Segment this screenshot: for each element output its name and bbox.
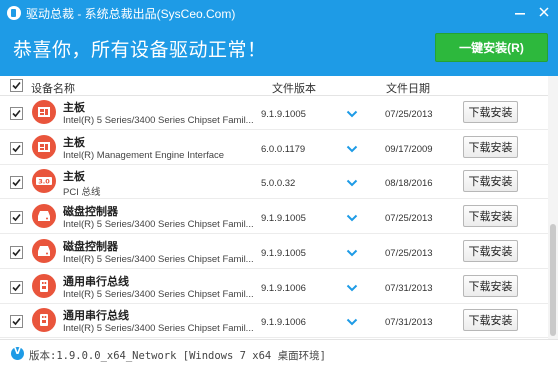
file-date: 07/25/2013 (385, 213, 433, 224)
checkmark-icon (12, 248, 21, 257)
table-row[interactable]: 磁盘控制器 Intel(R) 5 Series/3400 Series Chips… (0, 235, 548, 269)
table-row[interactable]: 主板 Intel(R) Management Engine Interface 6.… (0, 131, 548, 165)
column-header-date[interactable]: 文件日期 (386, 80, 430, 96)
device-description: Intel(R) Management Engine Interface (63, 150, 225, 161)
checkmark-icon (12, 213, 21, 222)
svg-text:3.0: 3.0 (38, 178, 50, 186)
scrollbar[interactable] (548, 76, 558, 339)
disk-controller-icon (32, 204, 56, 228)
footer: 版本:1.9.0.0_x64_Network [Windows 7 x64 桌面… (0, 339, 558, 367)
app-logo-icon (7, 6, 21, 20)
minimize-icon (515, 13, 525, 15)
checkmark-icon (12, 109, 21, 118)
close-button[interactable] (534, 3, 554, 21)
row-checkbox[interactable] (10, 281, 23, 294)
download-install-button[interactable]: 下载安装 (463, 136, 518, 158)
checkmark-icon (12, 178, 21, 187)
status-message: 恭喜你，所有设备驱动正常！ (13, 40, 267, 61)
close-icon (539, 7, 549, 17)
download-install-button[interactable]: 下载安装 (463, 309, 518, 331)
version-text: 版本:1.9.0.0_x64_Network [Windows 7 x64 桌面… (29, 350, 326, 362)
device-description: PCI 总线 (63, 187, 101, 198)
column-header-version[interactable]: 文件版本 (272, 80, 316, 96)
device-category: 通用串行总线 (63, 310, 129, 322)
usb-icon (32, 274, 56, 298)
device-category: 磁盘控制器 (63, 241, 118, 253)
driver-list: 主板 Intel(R) 5 Series/3400 Series Chipset … (0, 96, 548, 339)
device-category: 主板 (63, 171, 85, 183)
download-install-button[interactable]: 下载安装 (463, 170, 518, 192)
device-description: Intel(R) 5 Series/3400 Series Chipset Fa… (63, 219, 254, 230)
device-description: Intel(R) 5 Series/3400 Series Chipset Fa… (63, 289, 254, 300)
download-install-button[interactable]: 下载安装 (463, 275, 518, 297)
window-title: 驱动总裁 - 系统总裁出品(SysCeo.Com) (26, 7, 236, 21)
version-icon (11, 347, 24, 360)
chevron-down-icon[interactable] (346, 318, 358, 326)
file-date: 07/25/2013 (385, 248, 433, 259)
download-install-button[interactable]: 下载安装 (463, 101, 518, 123)
disk-controller-icon (32, 239, 56, 263)
row-checkbox[interactable] (10, 176, 23, 189)
chevron-down-icon[interactable] (346, 145, 358, 153)
title-bar[interactable]: 驱动总裁 - 系统总裁出品(SysCeo.Com) (0, 0, 558, 26)
checkmark-icon (12, 81, 21, 90)
usb-icon (32, 308, 56, 332)
row-checkbox[interactable] (10, 315, 23, 328)
pci-bus-icon: 3.0 (32, 169, 56, 193)
device-category: 磁盘控制器 (63, 206, 118, 218)
file-version: 6.0.0.1179 (261, 144, 306, 155)
table-row[interactable]: 通用串行总线 Intel(R) 5 Series/3400 Series Chip… (0, 270, 548, 304)
table-row[interactable]: 磁盘控制器 Intel(R) 5 Series/3400 Series Chips… (0, 200, 548, 234)
checkmark-icon (12, 144, 21, 153)
header-banner: 驱动总裁 - 系统总裁出品(SysCeo.Com) 恭喜你，所有设备驱动正常！ … (0, 0, 558, 76)
device-category: 主板 (63, 137, 85, 149)
motherboard-icon (32, 135, 56, 159)
column-header-name[interactable]: 设备名称 (31, 80, 75, 96)
device-description: Intel(R) 5 Series/3400 Series Chipset Fa… (63, 254, 254, 265)
select-all-checkbox[interactable] (10, 79, 23, 92)
device-category: 主板 (63, 102, 85, 114)
file-version: 9.1.9.1006 (261, 317, 306, 328)
file-date: 07/25/2013 (385, 109, 433, 120)
checkmark-icon (12, 283, 21, 292)
row-checkbox[interactable] (10, 107, 23, 120)
device-description: Intel(R) 5 Series/3400 Series Chipset Fa… (63, 323, 254, 334)
row-checkbox[interactable] (10, 211, 23, 224)
chevron-down-icon[interactable] (346, 179, 358, 187)
scroll-thumb[interactable] (550, 224, 556, 336)
file-version: 5.0.0.32 (261, 178, 296, 189)
file-date: 08/18/2016 (385, 178, 433, 189)
chevron-down-icon[interactable] (346, 110, 358, 118)
file-date: 07/31/2013 (385, 283, 433, 294)
chevron-down-icon[interactable] (346, 284, 358, 292)
file-version: 9.1.9.1006 (261, 283, 306, 294)
table-row[interactable]: 主板 Intel(R) 5 Series/3400 Series Chipset … (0, 96, 548, 130)
install-all-button[interactable]: 一键安装(R) (435, 33, 548, 62)
file-date: 09/17/2009 (385, 144, 433, 155)
chevron-down-icon[interactable] (346, 249, 358, 257)
table-row[interactable]: 3.0 主板 PCI 总线 5.0.0.32 08/18/2016 下载安装 (0, 165, 548, 199)
device-description: Intel(R) 5 Series/3400 Series Chipset Fa… (63, 115, 254, 126)
row-checkbox[interactable] (10, 246, 23, 259)
row-checkbox[interactable] (10, 142, 23, 155)
file-version: 9.1.9.1005 (261, 109, 306, 120)
device-category: 通用串行总线 (63, 276, 129, 288)
table-row[interactable]: 通用串行总线 Intel(R) 5 Series/3400 Series Chip… (0, 304, 548, 338)
motherboard-icon (32, 100, 56, 124)
file-date: 07/31/2013 (385, 317, 433, 328)
download-install-button[interactable]: 下载安装 (463, 240, 518, 262)
chevron-down-icon[interactable] (346, 214, 358, 222)
checkmark-icon (12, 317, 21, 326)
file-version: 9.1.9.1005 (261, 213, 306, 224)
minimize-button[interactable] (510, 3, 530, 21)
file-version: 9.1.9.1005 (261, 248, 306, 259)
download-install-button[interactable]: 下载安装 (463, 205, 518, 227)
table-header: 设备名称 文件版本 文件日期 (0, 76, 548, 96)
